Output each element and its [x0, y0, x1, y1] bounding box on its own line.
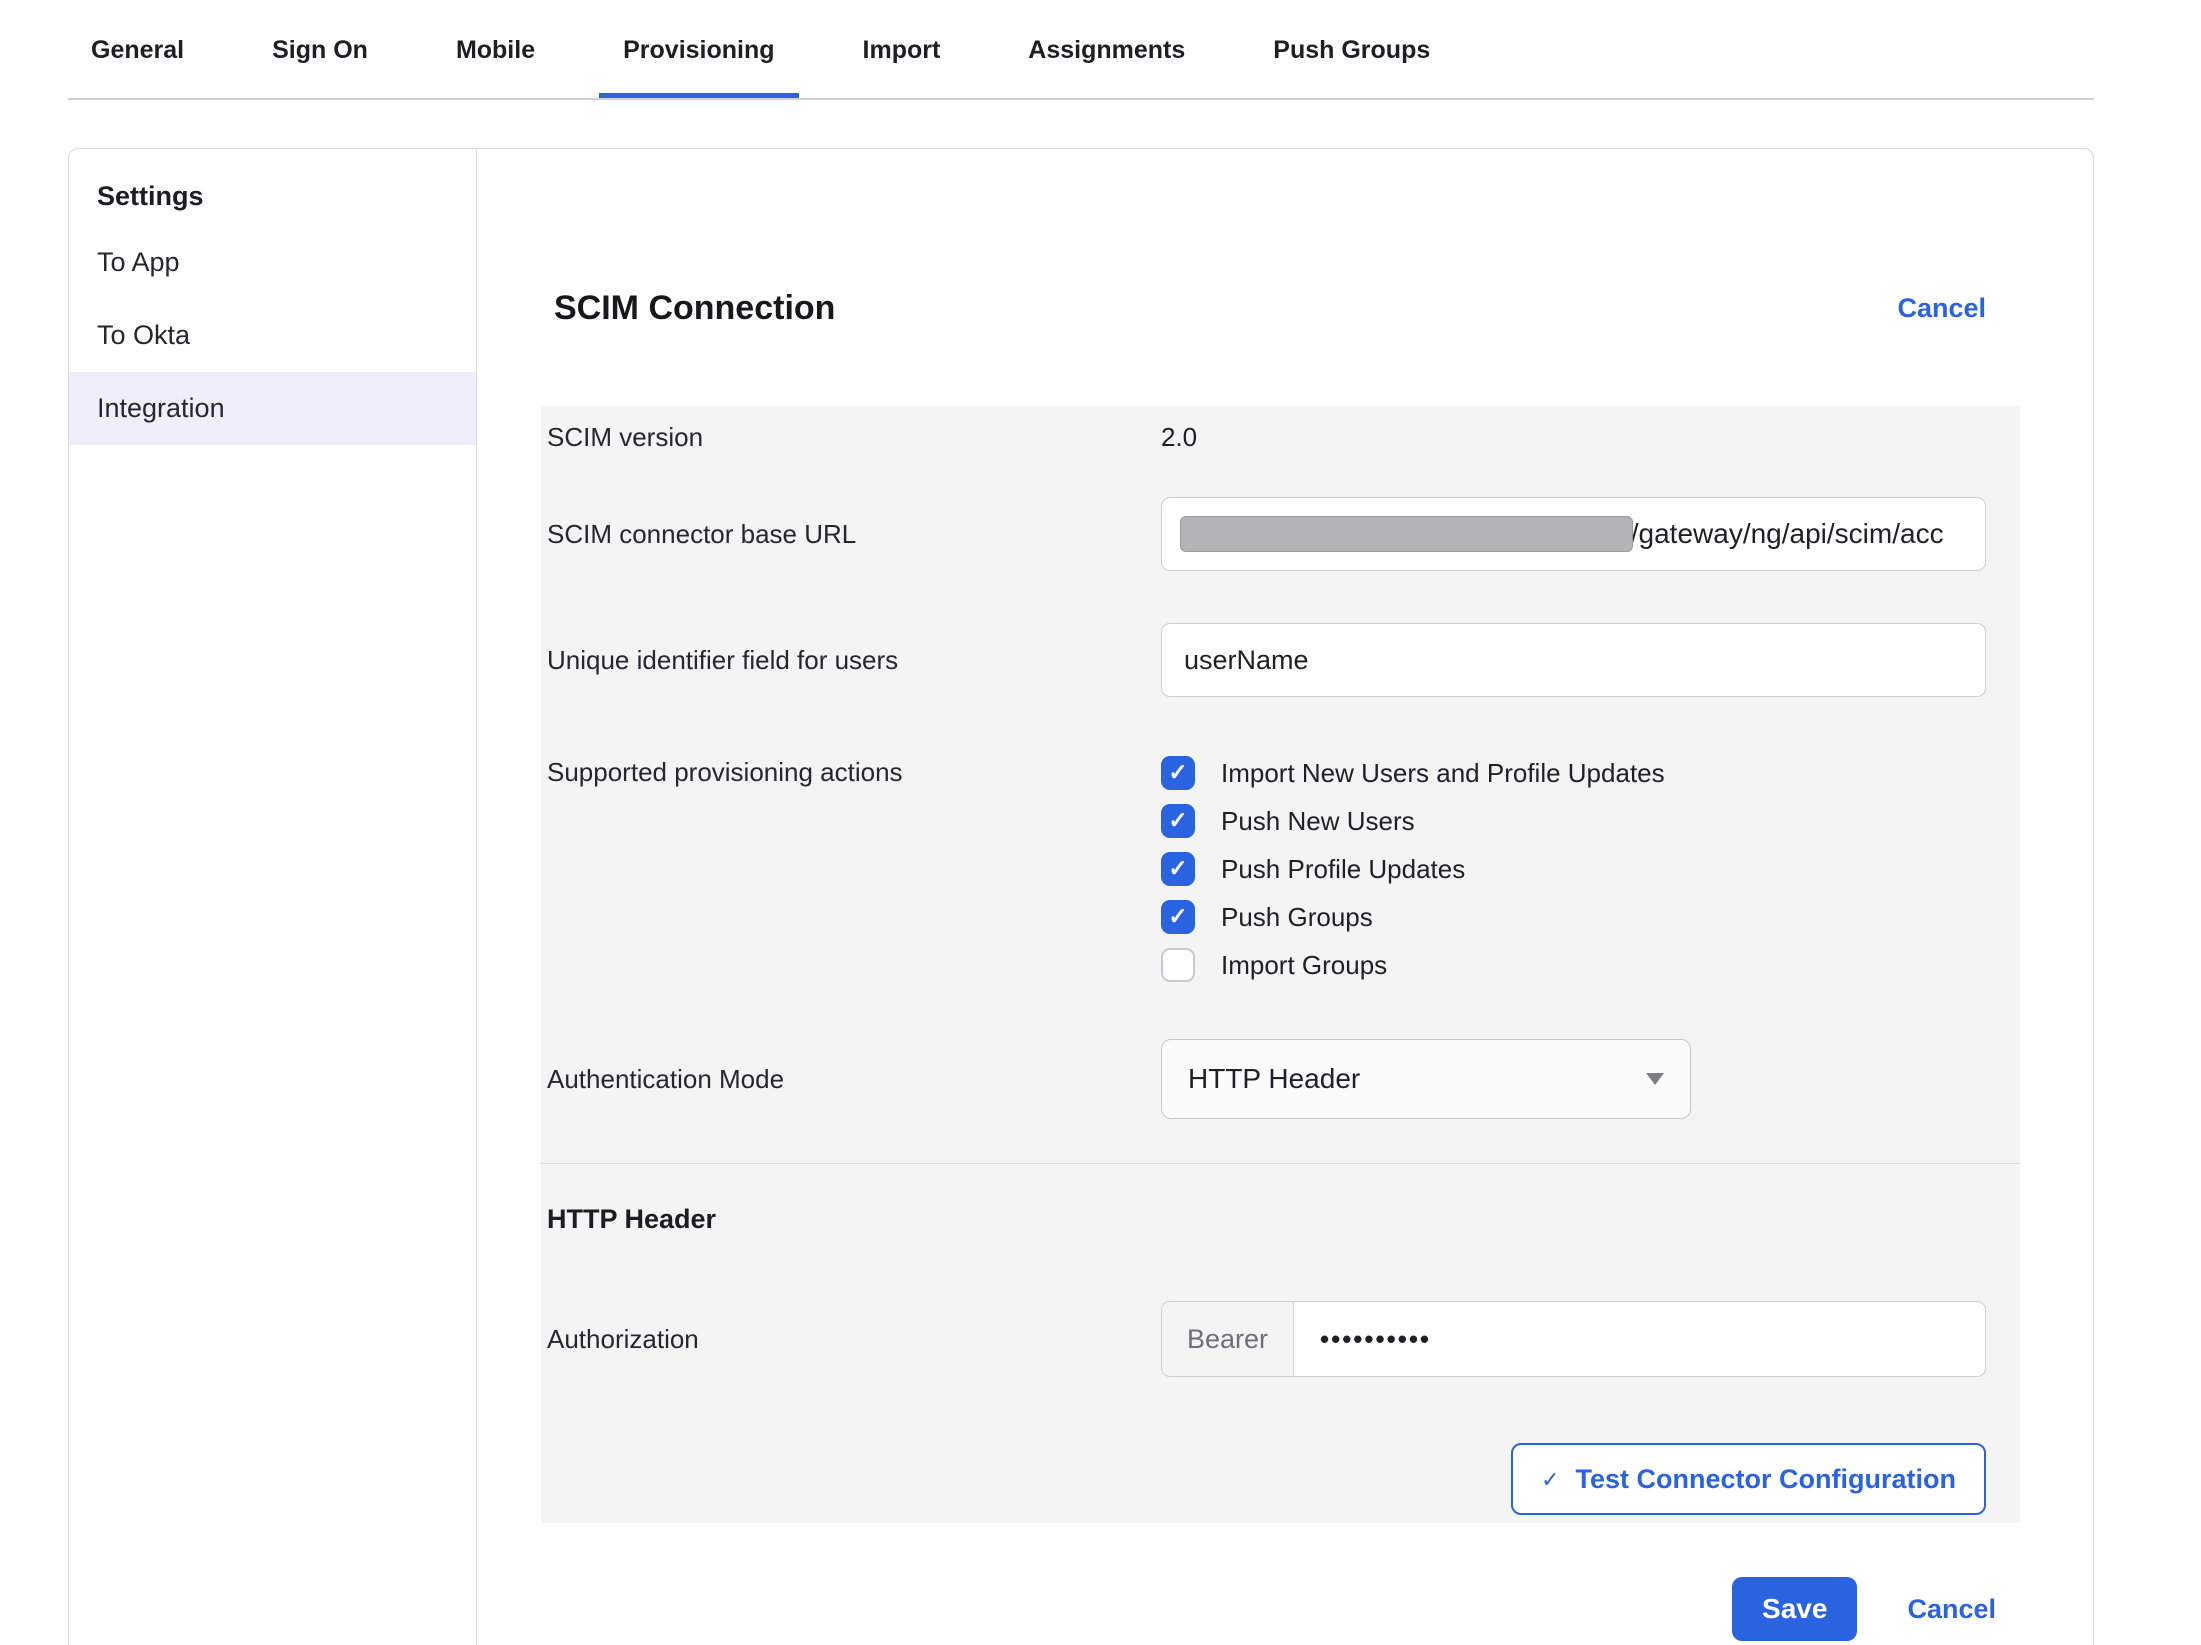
check-icon: ✓ [1541, 1467, 1559, 1493]
authorization-token-input[interactable]: •••••••••• [1294, 1302, 1457, 1376]
auth-mode-selected-value: HTTP Header [1188, 1063, 1360, 1095]
tab-general[interactable]: General [91, 0, 184, 100]
checkbox-push-new-users[interactable]: ✓ [1161, 804, 1195, 838]
unique-identifier-label: Unique identifier field for users [547, 645, 1161, 676]
sidebar-item-to-app[interactable]: To App [69, 226, 476, 299]
base-url-input[interactable]: https://b5bd-185-19-67-148.ngrok.io/gate… [1161, 497, 1986, 571]
app-tab-bar: General Sign On Mobile Provisioning Impo… [0, 0, 2201, 100]
checkmark-icon: ✓ [1168, 761, 1187, 784]
scim-version-label: SCIM version [547, 422, 1161, 453]
test-connector-row: ✓ Test Connector Configuration [547, 1443, 1986, 1515]
checkbox-label: Import Groups [1221, 950, 1387, 981]
authorization-label: Authorization [547, 1324, 1161, 1355]
sidebar-item-integration[interactable]: Integration [69, 372, 476, 445]
base-url-label: SCIM connector base URL [547, 519, 1161, 550]
form-header: SCIM Connection Cancel [541, 289, 2020, 328]
form-footer: Save Cancel [541, 1577, 2020, 1641]
checkbox-row-push-new-users[interactable]: ✓ Push New Users [1161, 797, 1986, 845]
provisioning-actions-row: Supported provisioning actions ✓ Import … [547, 749, 1986, 989]
provisioning-actions-label: Supported provisioning actions [547, 757, 1161, 788]
tab-assignments[interactable]: Assignments [1028, 0, 1185, 100]
auth-mode-select[interactable]: HTTP Header [1161, 1039, 1691, 1119]
tab-provisioning[interactable]: Provisioning [623, 0, 774, 100]
tab-bar-divider [68, 98, 2094, 100]
checkbox-import-groups[interactable]: ✓ [1161, 948, 1195, 982]
test-connector-configuration-button[interactable]: ✓ Test Connector Configuration [1511, 1443, 1986, 1515]
tab-import[interactable]: Import [863, 0, 941, 100]
http-header-section-title: HTTP Header [547, 1204, 1986, 1235]
section-divider [541, 1163, 2020, 1164]
checkbox-label: Push New Users [1221, 806, 1415, 837]
checkbox-label: Push Profile Updates [1221, 854, 1465, 885]
scim-version-row: SCIM version 2.0 [547, 406, 1986, 453]
chevron-down-icon [1646, 1073, 1664, 1085]
scim-version-value: 2.0 [1161, 422, 1986, 453]
checkbox-label: Import New Users and Profile Updates [1221, 758, 1665, 789]
sidebar-item-to-okta[interactable]: To Okta [69, 299, 476, 372]
page-title: SCIM Connection [554, 289, 835, 328]
settings-card: Settings To App To Okta Integration SCIM… [68, 148, 2094, 1645]
provisioning-settings-page: General Sign On Mobile Provisioning Impo… [0, 0, 2201, 1645]
cancel-link-top[interactable]: Cancel [1897, 293, 1986, 324]
authorization-input-group: Bearer •••••••••• [1161, 1301, 1986, 1377]
settings-sidebar: Settings To App To Okta Integration [69, 149, 477, 1645]
auth-mode-label: Authentication Mode [547, 1064, 1161, 1095]
tab-sign-on[interactable]: Sign On [272, 0, 368, 100]
tab-push-groups[interactable]: Push Groups [1273, 0, 1430, 100]
checkbox-row-import-groups[interactable]: ✓ Import Groups [1161, 941, 1986, 989]
sidebar-header: Settings [69, 165, 476, 226]
save-button[interactable]: Save [1732, 1577, 1857, 1641]
checkbox-label: Push Groups [1221, 902, 1373, 933]
unique-identifier-value: userName [1184, 645, 1309, 676]
checkbox-import-new-users[interactable]: ✓ [1161, 756, 1195, 790]
checkbox-row-push-groups[interactable]: ✓ Push Groups [1161, 893, 1986, 941]
base-url-visible-suffix: /gateway/ng/api/scim/acc [1631, 518, 1944, 549]
unique-identifier-row: Unique identifier field for users userNa… [547, 623, 1986, 697]
scim-connection-form: SCIM Connection Cancel SCIM version 2.0 … [477, 149, 2093, 1645]
checkmark-icon: ✓ [1168, 809, 1187, 832]
checkmark-icon: ✓ [1168, 857, 1187, 880]
checkmark-icon: ✓ [1168, 905, 1187, 928]
checkbox-row-push-profile-updates[interactable]: ✓ Push Profile Updates [1161, 845, 1986, 893]
authorization-row: Authorization Bearer •••••••••• [547, 1301, 1986, 1377]
test-connector-configuration-label: Test Connector Configuration [1576, 1464, 1956, 1495]
base-url-value: https://b5bd-185-19-67-148.ngrok.io/gate… [1184, 518, 1944, 550]
auth-mode-row: Authentication Mode HTTP Header [547, 1039, 1986, 1119]
form-panel: SCIM version 2.0 SCIM connector base URL… [541, 406, 2020, 1523]
checkbox-push-groups[interactable]: ✓ [1161, 900, 1195, 934]
unique-identifier-input[interactable]: userName [1161, 623, 1986, 697]
bearer-prefix: Bearer [1162, 1302, 1294, 1376]
cancel-link-bottom[interactable]: Cancel [1907, 1594, 1996, 1625]
base-url-row: SCIM connector base URL https://b5bd-185… [547, 497, 1986, 571]
provisioning-actions-list: ✓ Import New Users and Profile Updates ✓… [1161, 749, 1986, 989]
tab-mobile[interactable]: Mobile [456, 0, 535, 100]
checkbox-push-profile-updates[interactable]: ✓ [1161, 852, 1195, 886]
checkbox-row-import-new-users[interactable]: ✓ Import New Users and Profile Updates [1161, 749, 1986, 797]
redaction-bar: https://b5bd-185-19-67-148.ngrok.io [1184, 518, 1631, 550]
